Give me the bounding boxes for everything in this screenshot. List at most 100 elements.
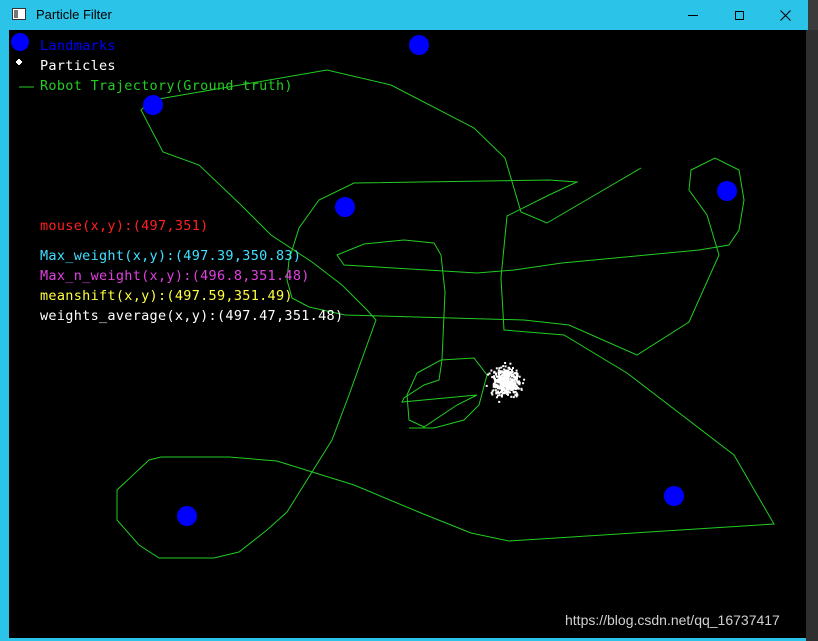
particle (494, 389, 497, 392)
particle (505, 385, 508, 388)
particle (492, 385, 495, 388)
legend-particle-symbol (16, 59, 22, 65)
particle (518, 383, 521, 386)
particle (496, 375, 499, 378)
particle (508, 371, 511, 374)
particle (504, 362, 507, 364)
simulation-canvas[interactable]: Landmarks Particles Robot Trajectory(Gro… (9, 30, 808, 638)
particle (498, 400, 501, 403)
watermark-text: https://blog.csdn.net/qq_16737417 (565, 612, 780, 628)
particle (495, 391, 498, 394)
particle (510, 388, 513, 391)
weights-average-readout: weights_average(x,y):(497.47,351.48) (40, 308, 344, 324)
particle (493, 375, 496, 378)
particle (497, 371, 500, 374)
maximize-icon (734, 10, 744, 20)
particle (511, 368, 513, 371)
particle (500, 376, 503, 379)
particle (497, 394, 499, 397)
particle-filter-window: Particle Filter Landmarks Particles Robo… (0, 0, 808, 641)
particle (493, 371, 496, 374)
legend-trajectory-label: Robot Trajectory(Ground truth) (40, 78, 293, 94)
particle (502, 365, 505, 368)
particle (520, 388, 523, 391)
particle (500, 366, 503, 369)
landmark (335, 197, 355, 217)
particle (503, 392, 506, 395)
particle (509, 391, 512, 394)
particle (523, 378, 526, 381)
particle (500, 391, 503, 394)
particle (505, 390, 508, 393)
particle (510, 395, 513, 398)
particle (515, 377, 518, 380)
particle (504, 365, 507, 368)
meanshift-readout: meanshift(x,y):(497.59,351.49) (40, 288, 293, 304)
particle (505, 374, 508, 377)
particle (503, 388, 505, 391)
minimize-icon (688, 14, 698, 16)
particle (510, 381, 513, 384)
particle (500, 383, 503, 386)
max-weight-readout: Max_weight(x,y):(497.39,350.83) (40, 248, 302, 264)
landmark (409, 35, 429, 55)
maximize-button[interactable] (716, 0, 762, 30)
particle (513, 372, 516, 375)
close-icon (779, 9, 791, 21)
particle (513, 378, 516, 381)
window-title: Particle Filter (36, 7, 112, 22)
particle (512, 390, 515, 393)
particle (491, 376, 494, 379)
landmark (664, 486, 684, 506)
particle (495, 373, 497, 376)
particle (513, 376, 516, 379)
particle (496, 380, 499, 383)
particle (516, 387, 519, 390)
landmark (717, 181, 737, 201)
title-bar[interactable]: Particle Filter (0, 0, 808, 30)
particle (516, 372, 519, 375)
particle (515, 392, 518, 395)
particle (501, 371, 504, 374)
app-window-icon (12, 8, 26, 20)
particle (503, 368, 506, 371)
particle (500, 394, 503, 397)
landmark (143, 95, 163, 115)
particle (507, 379, 510, 381)
particle (498, 373, 501, 376)
particle (522, 382, 525, 385)
particle (495, 396, 498, 399)
particle (485, 384, 488, 387)
particle (498, 367, 501, 370)
particle (494, 381, 497, 384)
minimize-button[interactable] (670, 0, 716, 30)
particle (501, 379, 504, 382)
landmark (177, 506, 197, 526)
particle (496, 384, 499, 387)
particle (510, 375, 513, 378)
particle-cloud (485, 362, 526, 403)
particle (491, 390, 494, 393)
legend-landmarks-label: Landmarks (40, 38, 116, 54)
legend-landmark-symbol (11, 33, 29, 51)
simulation-drawing (11, 33, 775, 559)
particle (515, 369, 518, 372)
legend-particles-label: Particles (40, 58, 116, 74)
particle (499, 372, 502, 374)
particle (518, 375, 521, 378)
close-button[interactable] (762, 0, 808, 30)
mouse-readout: mouse(x,y):(497,351) (40, 218, 209, 234)
particle (495, 367, 498, 370)
particle (488, 372, 491, 375)
particle (493, 377, 496, 380)
particle (513, 381, 516, 384)
particle (490, 369, 493, 372)
background-right-edge (806, 30, 818, 641)
particle (518, 380, 520, 383)
particle (500, 387, 503, 390)
particle (509, 362, 512, 365)
particle (512, 367, 514, 370)
particle (491, 393, 494, 396)
particle (503, 380, 506, 383)
max-n-weight-readout: Max_n_weight(x,y):(496.8,351.48) (40, 268, 310, 284)
